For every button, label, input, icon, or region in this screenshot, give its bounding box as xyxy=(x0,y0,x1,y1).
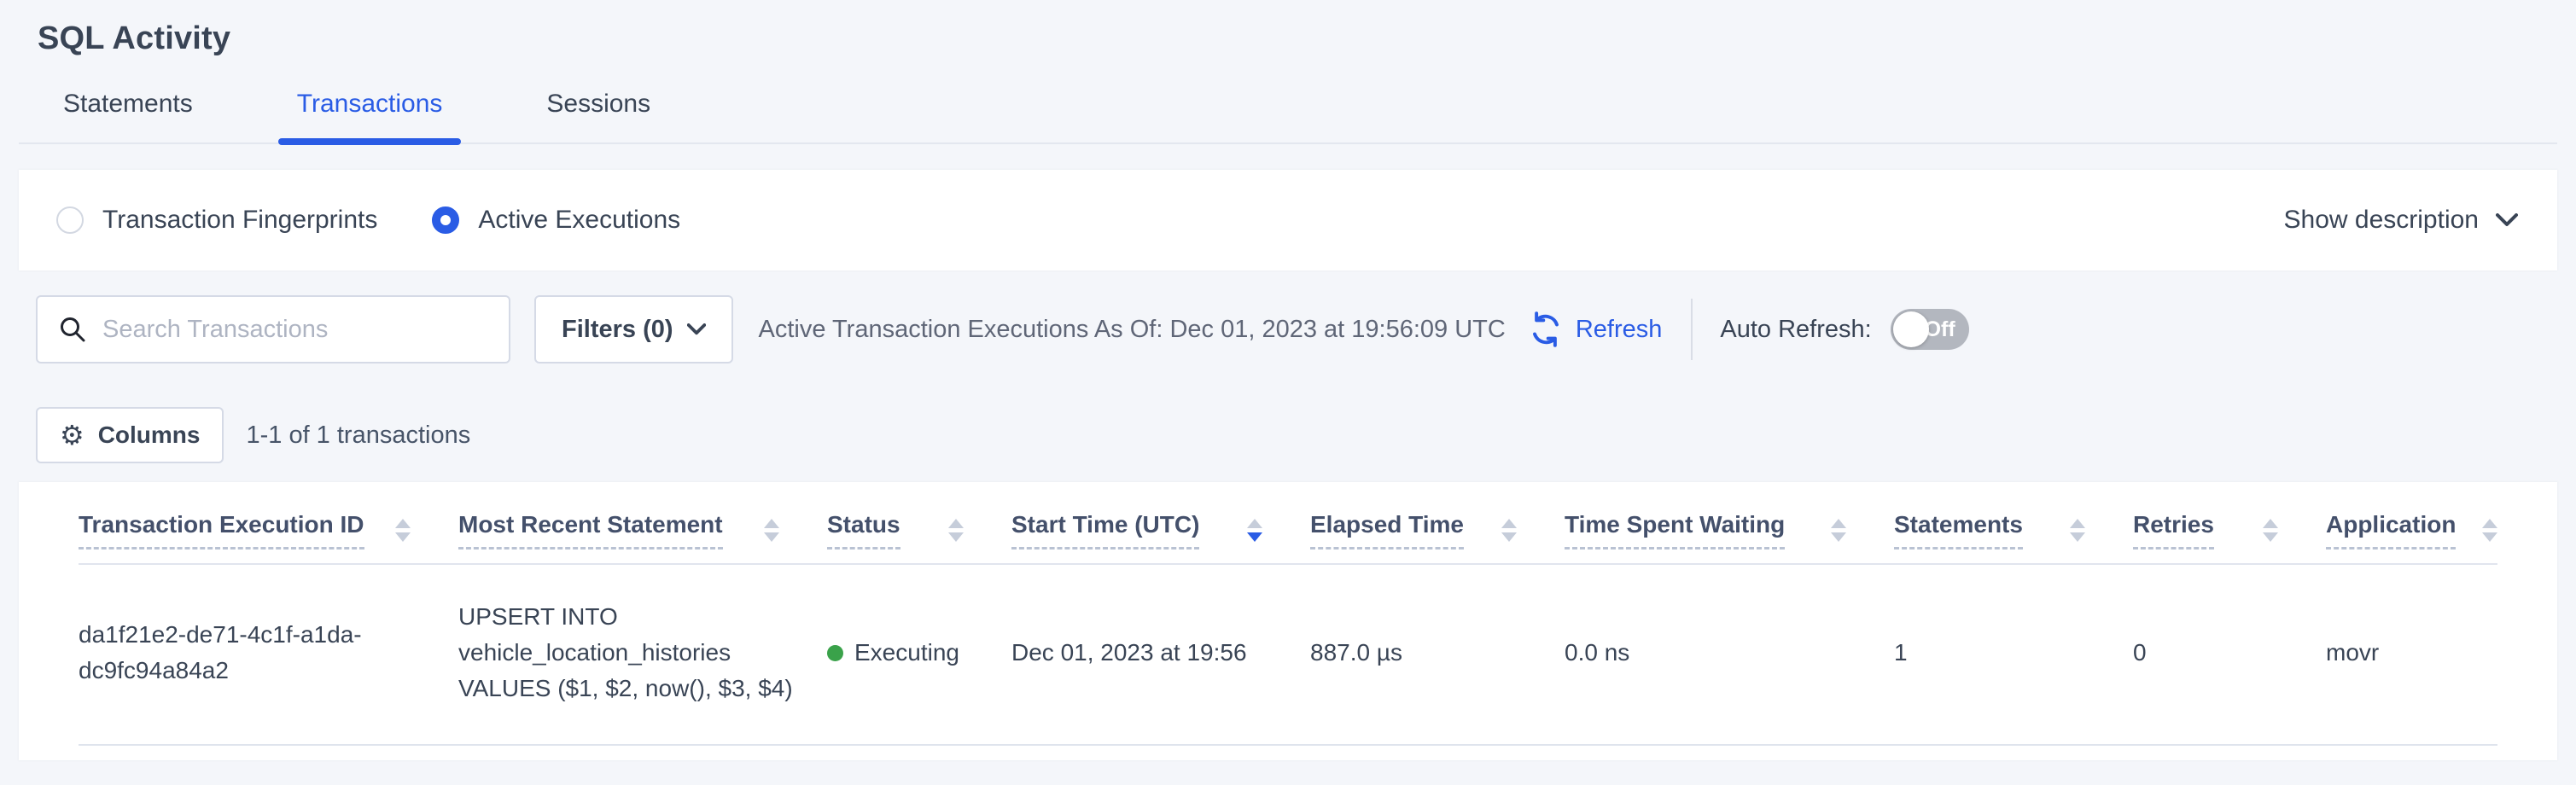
results-bar: ⚙ Columns 1-1 of 1 transactions xyxy=(36,407,2557,463)
sort-icon xyxy=(2482,519,2497,542)
sort-icon xyxy=(764,519,779,542)
sort-icon xyxy=(2263,519,2278,542)
radio-unselected-icon xyxy=(56,206,84,234)
header-start-time[interactable]: Start Time (UTC) xyxy=(1011,511,1310,550)
cell-statements: 1 xyxy=(1894,635,2133,671)
radio-label: Active Executions xyxy=(478,206,680,235)
tab-transactions[interactable]: Transactions xyxy=(297,90,443,142)
search-box xyxy=(36,295,510,363)
header-elapsed-time[interactable]: Elapsed Time xyxy=(1310,511,1565,550)
cell-transaction-execution-id[interactable]: da1f21e2-de71-4c1f-a1da-dc9fc94a84a2 xyxy=(79,617,458,689)
sort-icon xyxy=(1831,519,1846,542)
page-header: SQL Activity xyxy=(0,0,2576,57)
columns-button[interactable]: ⚙ Columns xyxy=(36,407,224,463)
radio-transaction-fingerprints[interactable]: Transaction Fingerprints xyxy=(56,206,377,235)
show-description-label: Show description xyxy=(2284,206,2479,235)
sort-icon xyxy=(2070,519,2085,542)
auto-refresh-toggle[interactable]: Off xyxy=(1891,309,1969,350)
as-of-timestamp: Active Transaction Executions As Of: Dec… xyxy=(759,316,1506,344)
cell-retries: 0 xyxy=(2133,635,2326,671)
toggle-knob xyxy=(1893,311,1929,347)
cell-status: Executing xyxy=(827,635,1011,671)
page-title: SQL Activity xyxy=(38,20,2576,57)
filters-button[interactable]: Filters (0) xyxy=(534,295,733,363)
tab-bar: Statements Transactions Sessions xyxy=(19,90,2557,144)
refresh-icon xyxy=(1528,311,1564,347)
view-mode-card: Transaction Fingerprints Active Executio… xyxy=(19,170,2557,270)
sort-icon xyxy=(395,519,411,542)
toggle-state-label: Off xyxy=(1925,317,1955,342)
status-label: Executing xyxy=(854,635,959,671)
results-count: 1-1 of 1 transactions xyxy=(246,422,470,450)
cell-application: movr xyxy=(2326,635,2497,671)
cell-elapsed-time: 887.0 µs xyxy=(1310,635,1565,671)
auto-refresh-control: Auto Refresh: Off xyxy=(1720,309,1968,350)
search-input[interactable] xyxy=(38,297,509,362)
header-retries[interactable]: Retries xyxy=(2133,511,2326,550)
radio-selected-icon xyxy=(432,206,459,234)
auto-refresh-label: Auto Refresh: xyxy=(1720,316,1871,344)
view-mode-radio-group: Transaction Fingerprints Active Executio… xyxy=(56,206,680,235)
sort-icon-active-desc xyxy=(1247,519,1262,542)
header-status[interactable]: Status xyxy=(827,511,1011,550)
header-transaction-execution-id[interactable]: Transaction Execution ID xyxy=(79,511,458,550)
refresh-label: Refresh xyxy=(1576,316,1663,344)
filters-label: Filters (0) xyxy=(562,316,673,344)
chevron-down-icon xyxy=(687,323,706,335)
header-statements[interactable]: Statements xyxy=(1894,511,2133,550)
header-most-recent-statement[interactable]: Most Recent Statement xyxy=(458,511,827,550)
table-header-row: Transaction Execution ID Most Recent Sta… xyxy=(79,482,2497,565)
tab-statements[interactable]: Statements xyxy=(63,90,193,142)
cell-start-time: Dec 01, 2023 at 19:56 xyxy=(1011,635,1310,671)
cell-time-spent-waiting: 0.0 ns xyxy=(1565,635,1894,671)
toolbar-divider xyxy=(1691,299,1693,360)
search-icon xyxy=(58,315,87,344)
cell-most-recent-statement: UPSERT INTO vehicle_location_histories V… xyxy=(458,599,827,706)
table-row: da1f21e2-de71-4c1f-a1da-dc9fc94a84a2 UPS… xyxy=(79,565,2497,746)
sql-activity-page: SQL Activity Statements Transactions Ses… xyxy=(0,0,2576,785)
status-executing-dot-icon xyxy=(827,645,843,661)
chevron-down-icon xyxy=(2496,213,2518,227)
sort-icon xyxy=(948,519,964,542)
header-application[interactable]: Application xyxy=(2326,511,2497,550)
show-description-toggle[interactable]: Show description xyxy=(2284,206,2518,235)
header-time-spent-waiting[interactable]: Time Spent Waiting xyxy=(1565,511,1894,550)
refresh-button[interactable]: Refresh xyxy=(1528,311,1663,347)
radio-active-executions[interactable]: Active Executions xyxy=(432,206,680,235)
columns-button-label: Columns xyxy=(98,422,201,449)
tab-sessions[interactable]: Sessions xyxy=(546,90,650,142)
gear-icon: ⚙ xyxy=(60,422,85,449)
transactions-table: Transaction Execution ID Most Recent Sta… xyxy=(19,482,2557,760)
radio-label: Transaction Fingerprints xyxy=(102,206,377,235)
sort-icon xyxy=(1501,519,1517,542)
toolbar: Filters (0) Active Transaction Execution… xyxy=(36,294,2557,364)
